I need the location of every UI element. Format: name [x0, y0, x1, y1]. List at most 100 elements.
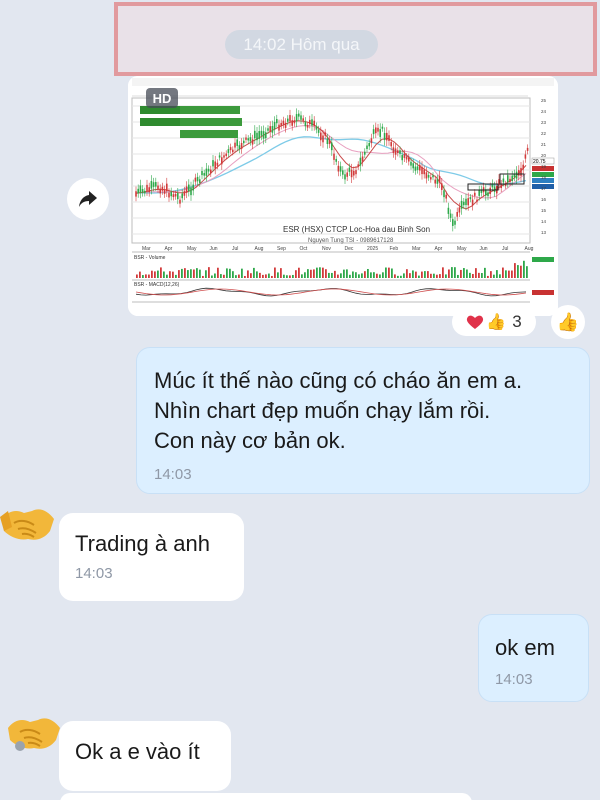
candle-body: [225, 153, 227, 156]
volume-bar: [526, 266, 528, 278]
candle-body: [166, 183, 168, 192]
chart-author: Nguyen Tung TSI - 0989617128: [308, 238, 394, 244]
volume-bar: [499, 274, 501, 278]
shared-chart-image[interactable]: 20.75 25 24 23 22 21 20 19 18 17 16 15 14 13 ESR (HS…: [128, 76, 558, 316]
candle-body: [284, 122, 287, 128]
candle-body: [348, 167, 351, 172]
volume-bar: [142, 275, 144, 278]
candle-body: [163, 189, 166, 194]
x-axis-label: Apr: [165, 246, 173, 252]
candle-body: [361, 156, 364, 162]
price-axis-label: 20: [541, 153, 547, 158]
candle-body: [289, 115, 291, 122]
candle-body: [236, 139, 238, 146]
reaction-bar[interactable]: 👍 3: [452, 308, 536, 336]
x-axis-label: Dec: [345, 246, 354, 252]
volume-bar: [388, 267, 390, 278]
candle-body: [364, 151, 366, 155]
candle-body: [342, 170, 344, 175]
x-axis-label: Jun: [210, 246, 218, 252]
candle-body: [368, 143, 370, 147]
candle-body: [192, 184, 194, 191]
volume-bar: [460, 269, 462, 278]
hd-badge: HD: [146, 88, 178, 108]
candle-body: [196, 176, 199, 182]
candle-body: [405, 156, 408, 160]
handshake-avatar-icon[interactable]: [6, 706, 62, 756]
candle-body: [454, 220, 456, 225]
candle-body: [174, 193, 177, 197]
message-bubble[interactable]: Ok a e vào ít: [59, 721, 231, 791]
candle-body: [355, 170, 357, 175]
candle-body: [278, 124, 280, 131]
quick-reaction-button[interactable]: 👍: [551, 305, 585, 339]
volume-bar: [289, 275, 291, 278]
volume-bar: [448, 269, 450, 278]
volume-bar: [259, 272, 261, 278]
volume-bar: [391, 268, 393, 278]
message-text: Múc ít thế nào cũng có cháo ăn em a. Nhì…: [154, 368, 523, 453]
message-bubble[interactable]: ok em 14:03: [478, 614, 589, 702]
volume-bar: [481, 273, 483, 278]
price-axis-label: 13: [541, 230, 547, 235]
volume-bar: [262, 274, 264, 278]
forward-share-button[interactable]: [67, 178, 109, 220]
candle-body: [271, 126, 274, 133]
candle-body: [333, 153, 335, 160]
message-bubble[interactable]: Múc ít thế nào cũng có cháo ăn em a. Nhì…: [136, 347, 590, 494]
volume-bar: [343, 269, 345, 278]
candle-body: [137, 188, 139, 194]
volume-bar: [358, 274, 360, 278]
volume-bar: [373, 272, 375, 278]
price-axis-label: 24: [541, 109, 547, 114]
candle-body: [203, 173, 205, 176]
candle-body: [276, 119, 278, 124]
volume-bar: [346, 269, 348, 278]
candle-body: [282, 120, 285, 125]
volume-bar: [496, 270, 498, 278]
volume-bar: [406, 269, 408, 278]
x-axis-label: Feb: [390, 246, 399, 252]
message-bubble[interactable]: Trading à anh 14:03: [59, 513, 244, 601]
candle-body: [447, 207, 450, 214]
candle-body: [205, 168, 208, 176]
candle-body: [520, 167, 522, 176]
volume-bar: [379, 274, 381, 278]
candle-body: [366, 145, 368, 149]
thumbs-up-icon: 👍: [486, 314, 507, 331]
price-axis-label: 17: [541, 186, 547, 191]
candle-body: [443, 190, 445, 198]
volume-bar: [175, 274, 177, 278]
candle-body: [170, 191, 172, 197]
candle-body: [320, 132, 322, 141]
candle-body: [146, 184, 148, 191]
volume-bar: [442, 267, 444, 278]
candle-body: [353, 170, 355, 176]
price-axis-label: 15: [541, 208, 547, 213]
volume-bar: [238, 274, 240, 278]
handshake-avatar-icon[interactable]: [0, 497, 56, 547]
chart-header-strip: [132, 78, 554, 86]
volume-bar: [397, 275, 399, 278]
candle-body: [515, 171, 518, 179]
message-bubble-partial[interactable]: [60, 793, 472, 800]
volume-bar: [214, 273, 216, 278]
volume-bar: [382, 272, 384, 278]
candle-body: [157, 185, 159, 190]
heart-icon: [467, 315, 484, 329]
volume-bar: [520, 265, 522, 278]
candle-body: [394, 148, 397, 155]
candle-body: [432, 175, 434, 178]
volume-bar: [487, 275, 489, 278]
volume-bar: [172, 271, 174, 278]
candle-body: [331, 142, 333, 151]
candle-body: [216, 162, 219, 166]
volume-bar: [229, 268, 231, 278]
message-text: Ok a e vào ít: [75, 739, 200, 764]
candle-body: [249, 137, 252, 142]
volume-bar: [145, 274, 147, 278]
candle-body: [487, 192, 489, 197]
candle-body: [141, 189, 144, 193]
candle-body: [427, 174, 430, 178]
candle-body: [375, 127, 377, 134]
